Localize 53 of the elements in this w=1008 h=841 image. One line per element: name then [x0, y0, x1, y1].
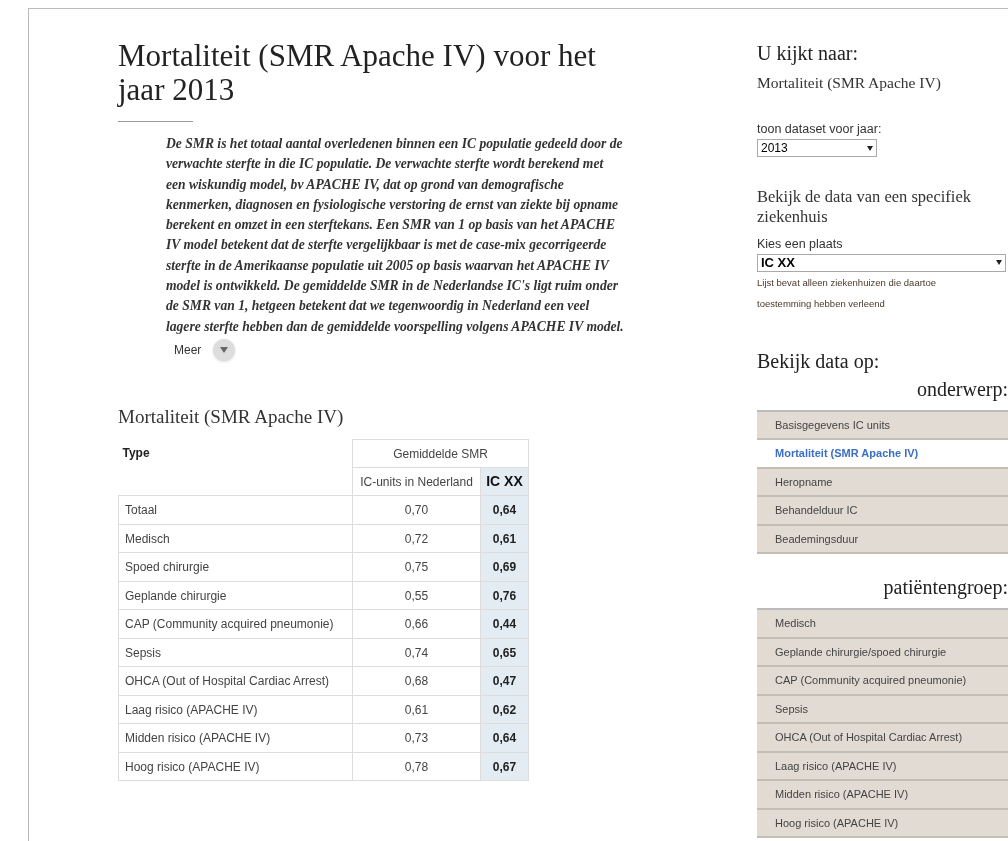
table-cell: 0,68 [352, 666, 481, 696]
table-cell: 0,66 [352, 609, 481, 639]
field-label: toon dataset voor jaar: [757, 121, 883, 139]
table-cell: Totaal [118, 495, 353, 525]
intro-paragraph: De SMR is het totaal aantal overledenen binnen een IC populatie gedeeld door de verwachte sterfte in die IC populatie. De verwachte sterfte wordt berekend met een wiskundig model, bv APACHE IV, dat op grond van demografische kenmerken, diagnosen en fysiologische verstoring de ernst van ziekte bij opname berekent en omzet in een sterftekans. Een SMR van 1 op basis van het APACHE IV model betekent dat de sterfte vergelijkbaar is met de case-mix gecorrigeerde sterfte in de Amerikaanse populatie uit 2005 op basis waarvan het APACHE IV model is ontwikkeld. De gemiddelde SMR in de Nederlandse IC's ligt ruim onder de SMR van 1, hetgeen betekent dat we tegenwoordig in Nederland een veel lagere sterfte hebben dan de gemiddelde voorspelling volgens APACHE IV model. [166, 135, 625, 336]
expand-icon[interactable] [213, 338, 236, 361]
menu-item[interactable]: Sepsis [757, 695, 1008, 725]
column-header: Type [118, 439, 353, 496]
select-field[interactable]: 2013 [757, 139, 877, 157]
table-cell: CAP (Community acquired pneumonie) [118, 609, 353, 639]
section-heading: Bekijk data op: [757, 348, 881, 375]
menu-item[interactable]: Hoog risico (APACHE IV) [757, 809, 1008, 839]
dropdown-icon[interactable] [996, 260, 1002, 266]
menu-item[interactable]: OHCA (Out of Hospital Cardiac Arrest) [757, 724, 1008, 753]
table-cell: Sepsis [118, 638, 353, 667]
table-cell: OHCA (Out of Hospital Cardiac Arrest) [118, 666, 353, 696]
table-cell: 0,75 [352, 552, 481, 582]
menu-item[interactable]: Laag risico (APACHE IV) [757, 752, 1008, 782]
table-cell: Midden risico (APACHE IV) [118, 723, 353, 753]
table-cell: 0,78 [352, 752, 481, 781]
menu-item[interactable]: CAP (Community acquired pneumonie) [757, 667, 1008, 696]
menu-item[interactable]: Heropname [757, 468, 1008, 498]
dropdown-icon[interactable] [867, 145, 873, 151]
table-cell: 0,70 [352, 495, 481, 525]
select-field[interactable]: IC XX [757, 253, 1006, 272]
section-heading: Bekijk de data van een specifiek ziekenhuis [757, 187, 972, 227]
menu-item[interactable]: Beademingsduur [757, 525, 1008, 555]
table-title: Mortaliteit (SMR Apache IV) [118, 404, 345, 429]
table-cell: 0,61 [352, 695, 481, 724]
column-header: IC-units in Nederland [352, 467, 481, 496]
page-title: Mortaliteit (SMR Apache IV) voor het jaar 2013 [118, 39, 597, 107]
table-cell: Hoog risico (APACHE IV) [118, 752, 353, 781]
menu-item[interactable]: Basisgegevens IC units [757, 411, 1008, 441]
help-text: Lijst bevat alleen ziekenhuizen die daartoe toestemming hebben verleend [757, 275, 938, 311]
table-cell: Spoed chirurgie [118, 552, 353, 582]
menu-item[interactable]: Geplande chirurgie/spoed chirurgie [757, 638, 1008, 668]
section-heading: U kijkt naar: [757, 41, 860, 65]
menu-item[interactable]: Midden risico (APACHE IV) [757, 781, 1008, 810]
menu-heading: patiëntengroep: [883, 575, 1008, 601]
menu-item[interactable]: Medisch [757, 610, 1008, 639]
current-topic: Mortaliteit (SMR Apache IV) [757, 73, 942, 93]
field-label: Kies een plaats [757, 236, 844, 253]
menu-heading: onderwerp: [916, 376, 1008, 403]
table-cell: Geplande chirurgie [118, 581, 353, 610]
table-cell: Medisch [118, 524, 353, 553]
table-cell: 0,73 [352, 723, 481, 753]
menu-item[interactable]: Behandelduur IC [757, 497, 1008, 526]
column-header: Gemiddelde SMR [352, 439, 529, 468]
table-cell: Laag risico (APACHE IV) [118, 695, 353, 724]
more-button[interactable]: Meer [174, 340, 202, 359]
table-cell: 0,55 [352, 581, 481, 610]
table-cell: 0,74 [352, 638, 481, 667]
table-cell: 0,72 [352, 524, 481, 553]
